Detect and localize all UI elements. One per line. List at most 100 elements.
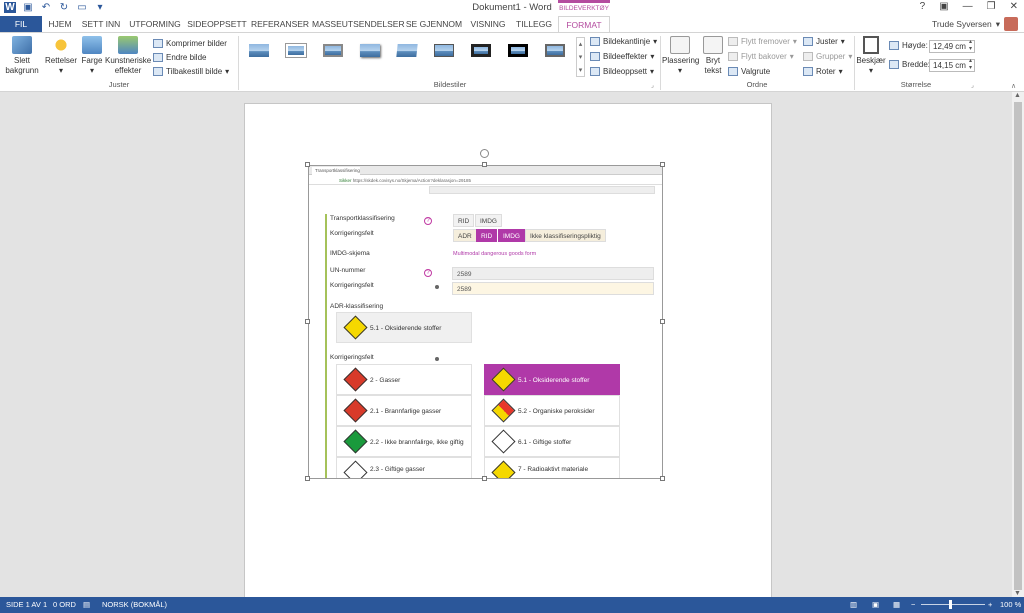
resize-handle[interactable] [660, 162, 665, 167]
dialog-launcher-icon[interactable]: ⌟ [651, 82, 654, 89]
top-field [429, 186, 655, 194]
pill-imdg-selected: IMDG [498, 229, 525, 242]
komprimer-bilder-button[interactable]: Komprimer bilder [153, 39, 227, 48]
avatar [1004, 17, 1018, 31]
slett-bakgrunn-button[interactable]: Slett bakgrunn [3, 36, 41, 76]
web-layout-icon[interactable]: ▦ [893, 600, 900, 609]
hazard-card-7: 7 - Radioaktivt materiale [484, 457, 620, 478]
picture-style-4[interactable] [356, 39, 384, 63]
resize-handle[interactable] [305, 162, 310, 167]
tab-fil[interactable]: FIL [0, 16, 42, 32]
browser-address-bar: Sikker https://skdek.covisys.no/Skjema/A… [309, 176, 662, 185]
bryt-tekst-button[interactable]: Bryt tekst [700, 36, 726, 76]
close-icon[interactable]: ✕ [1010, 1, 1018, 12]
group-icon [803, 52, 813, 61]
collapse-ribbon-icon[interactable]: ∧ [1011, 82, 1016, 90]
vertical-scrollbar[interactable]: ▲ ▼ [1012, 92, 1024, 597]
restore-icon[interactable]: ❐ [987, 1, 996, 12]
tab-visning[interactable]: VISNING [466, 16, 510, 32]
zoom-in-icon[interactable]: + [988, 600, 992, 609]
embedded-picture[interactable]: Transportklassifisering Sikker https://s… [308, 165, 663, 479]
tab-hjem[interactable]: HJEM [43, 16, 77, 32]
rettelser-button[interactable]: Rettelser ▾ [43, 36, 79, 76]
resize-handle[interactable] [305, 476, 310, 481]
word-count[interactable]: 0 ORD [53, 600, 76, 609]
resize-handle[interactable] [660, 476, 665, 481]
beskjaer-button[interactable]: Beskjær ▾ [856, 36, 886, 76]
window-title: Dokument1 - Word [472, 2, 552, 13]
oxidizer-hazard-icon [491, 367, 516, 392]
user-name: Trude Syversen [932, 19, 992, 29]
picture-style-5[interactable] [393, 39, 421, 63]
picture-style-8[interactable] [504, 39, 532, 63]
flytt-fremover-button[interactable]: Flytt fremover ▾ [728, 37, 797, 46]
resize-handle[interactable] [660, 319, 665, 324]
tab-format[interactable]: FORMAT [558, 16, 610, 33]
plassering-button[interactable]: Plassering ▾ [662, 36, 699, 76]
tab-referanser[interactable]: REFERANSER [250, 16, 310, 32]
resize-handle[interactable] [482, 476, 487, 481]
tab-sett-inn[interactable]: SETT INN [78, 16, 124, 32]
resize-handle[interactable] [305, 319, 310, 324]
kunstneriske-effekter-button[interactable]: Kunstneriske effekter [105, 36, 151, 76]
print-layout-icon[interactable]: ▣ [872, 600, 879, 609]
tilbakestill-bilde-button[interactable]: Tilbakestill bilde ▾ [153, 67, 229, 76]
picture-style-9[interactable] [541, 39, 569, 63]
wrap-text-icon [703, 36, 723, 54]
scroll-down-icon[interactable]: ▼ [1014, 590, 1021, 597]
user-account[interactable]: Trude Syversen ▾ [932, 16, 1018, 32]
remove-background-icon [12, 36, 32, 54]
tab-tillegg[interactable]: TILLEGG [512, 16, 556, 32]
language[interactable]: NORSK (BOKMÅL) [102, 600, 167, 609]
tab-masseutsendelser[interactable]: MASSEUTSENDELSER [312, 16, 405, 32]
dialog-launcher-icon[interactable]: ⌟ [971, 82, 974, 89]
ribbon-display-icon[interactable]: ▣ [939, 1, 948, 12]
change-picture-icon [153, 53, 163, 62]
proofing-icon[interactable]: ▤ [83, 600, 90, 609]
send-backward-icon [728, 52, 738, 61]
picture-style-1[interactable] [245, 39, 273, 63]
tab-se-gjennom[interactable]: SE GJENNOM [404, 16, 464, 32]
page-count[interactable]: SIDE 1 AV 1 [6, 600, 47, 609]
imdg-label: IMDG-skjema [330, 250, 370, 257]
zoom-slider[interactable] [921, 604, 985, 605]
pill-rid: RID [453, 214, 475, 227]
help-icon: ? [424, 269, 432, 277]
picture-style-2[interactable] [282, 39, 310, 63]
picture-layout-icon [590, 67, 600, 76]
tab-utforming[interactable]: UTFORMING [126, 16, 184, 32]
picture-style-6[interactable] [430, 39, 458, 63]
minimize-icon[interactable]: — [963, 1, 973, 12]
hoyde-spinner[interactable]: ▴ ▾ [969, 39, 972, 53]
picture-style-3[interactable] [319, 39, 347, 63]
bildekantlinje-button[interactable]: Bildekantlinje ▾ [590, 37, 657, 46]
styles-gallery-scroll[interactable]: ▴ ▾ ▾ [576, 37, 585, 77]
reset-picture-icon [153, 67, 163, 76]
bullet-dot [435, 285, 439, 289]
rotate-icon [803, 67, 813, 76]
zoom-slider-thumb[interactable] [949, 600, 952, 609]
grupper-button[interactable]: Grupper ▾ [803, 52, 852, 61]
hazard-card-6-1: 6.1 - Giftige stoffer [484, 426, 620, 457]
bredde-spinner[interactable]: ▴ ▾ [969, 58, 972, 72]
scroll-up-icon[interactable]: ▲ [1014, 92, 1021, 99]
scrollbar-thumb[interactable] [1014, 102, 1022, 590]
endre-bilde-button[interactable]: Endre bilde [153, 53, 206, 62]
bildeoppsett-button[interactable]: Bildeoppsett ▾ [590, 67, 654, 76]
zoom-out-icon[interactable]: − [911, 600, 915, 609]
rotate-handle-icon[interactable] [480, 149, 489, 158]
tab-sideoppsett[interactable]: SIDEOPPSETT [186, 16, 248, 32]
farge-button[interactable]: Farge ▾ [79, 36, 105, 76]
help-icon[interactable]: ? [920, 1, 926, 12]
help-icon: ? [424, 217, 432, 225]
flytt-bakover-button[interactable]: Flytt bakover ▾ [728, 52, 794, 61]
juster-button[interactable]: Juster ▾ [803, 37, 845, 46]
roter-button[interactable]: Roter ▾ [803, 67, 843, 76]
zoom-level[interactable]: 100 % [1000, 600, 1021, 609]
bildeeffekter-button[interactable]: Bildeeffekter ▾ [590, 52, 654, 61]
picture-style-7[interactable] [467, 39, 495, 63]
status-bar: SIDE 1 AV 1 0 ORD ▤ NORSK (BOKMÅL) ▥ ▣ ▦… [0, 597, 1024, 613]
resize-handle[interactable] [482, 162, 487, 167]
read-mode-icon[interactable]: ▥ [850, 600, 857, 609]
valgrute-button[interactable]: Valgrute [728, 67, 770, 76]
